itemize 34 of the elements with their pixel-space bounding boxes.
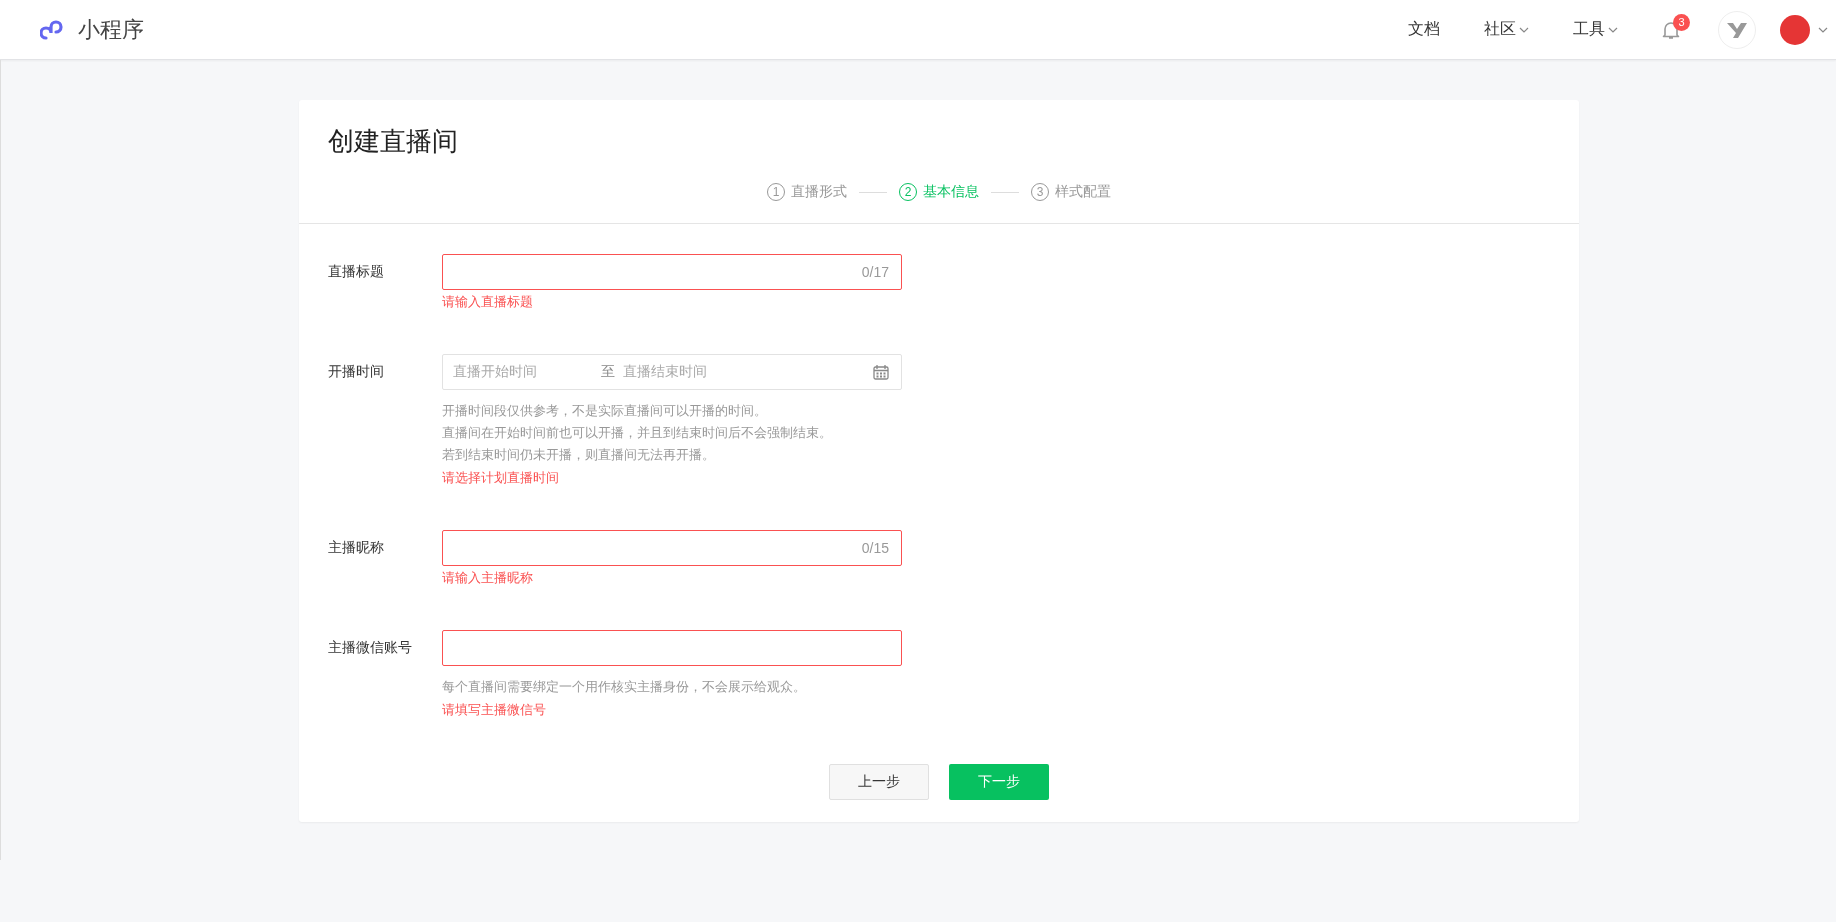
calendar-icon[interactable] bbox=[873, 364, 889, 380]
error-message: 请输入主播昵称 bbox=[442, 569, 534, 587]
caret-icon[interactable] bbox=[1608, 26, 1618, 33]
step-item: 2 基本信息 bbox=[899, 183, 979, 201]
step-item: 1 直播形式 bbox=[767, 183, 847, 201]
hint-text: 若到结束时间仍未开播，则直播间无法再开播。 bbox=[442, 446, 716, 464]
brand-title: 小程序 bbox=[78, 15, 144, 44]
page-title: 创建直播间 bbox=[328, 125, 459, 158]
caret-icon[interactable] bbox=[1519, 26, 1529, 33]
start-time-placeholder: 直播开始时间 bbox=[453, 363, 538, 381]
field-label: 主播昵称 bbox=[328, 538, 385, 557]
nav-link[interactable]: 文档 bbox=[1408, 19, 1440, 40]
end-time-placeholder: 直播结束时间 bbox=[623, 363, 707, 381]
nav-link[interactable]: 工具 bbox=[1573, 19, 1618, 40]
range-separator: 至 bbox=[601, 363, 615, 381]
input-field[interactable] bbox=[442, 630, 902, 666]
field-label: 直播标题 bbox=[328, 262, 385, 281]
error-message: 请输入直播标题 bbox=[442, 293, 534, 311]
date-range-field[interactable]: 直播开始时间 至 直播结束时间 bbox=[442, 354, 902, 390]
hint-text: 开播时间段仅供参考，不是实际直播间可以开播的时间。 bbox=[442, 402, 768, 420]
step-item: 3 样式配置 bbox=[1031, 183, 1111, 201]
character-counter: 0/15 bbox=[861, 540, 889, 556]
avatar[interactable] bbox=[1780, 14, 1810, 45]
field-label: 主播微信账号 bbox=[328, 638, 413, 657]
notification-badge: 3 bbox=[1673, 13, 1690, 31]
field-label: 开播时间 bbox=[328, 362, 385, 381]
nav-link[interactable]: 社区 bbox=[1484, 19, 1529, 40]
previous-button[interactable]: 上一步 bbox=[829, 764, 929, 800]
bell-icon[interactable] bbox=[1662, 19, 1680, 40]
error-message: 请选择计划直播时间 bbox=[442, 469, 560, 487]
caret-icon[interactable] bbox=[1818, 26, 1828, 33]
error-message: 请填写主播微信号 bbox=[442, 701, 547, 719]
hint-text: 直播间在开始时间前也可以开播，并且到结束时间后不会强制结束。 bbox=[442, 424, 833, 442]
character-counter: 0/17 bbox=[861, 264, 889, 280]
